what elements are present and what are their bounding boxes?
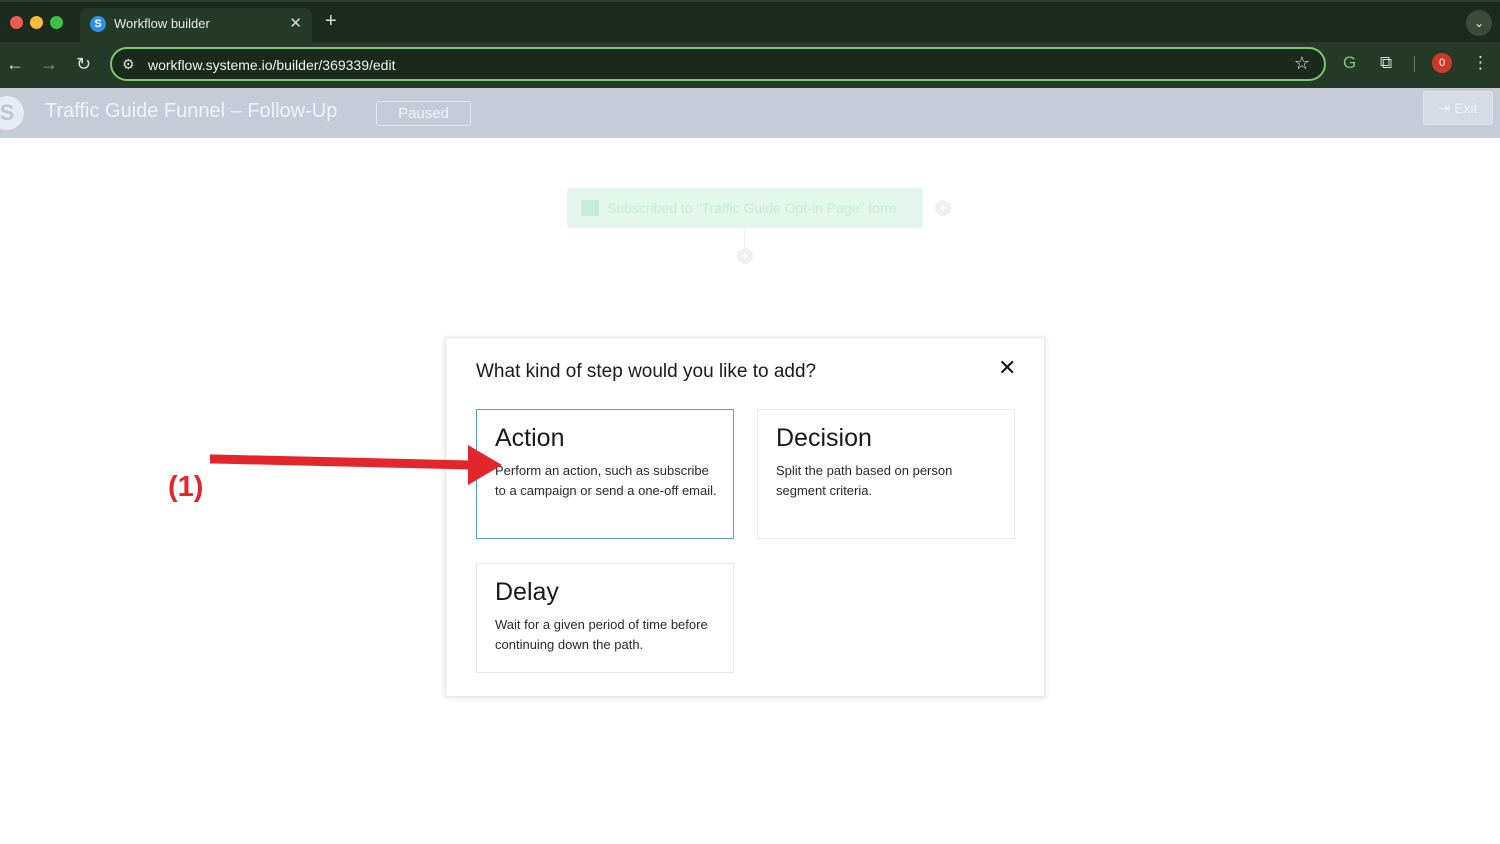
form-icon bbox=[581, 200, 599, 216]
step-option-delay[interactable]: Delay Wait for a given period of time be… bbox=[476, 563, 734, 673]
window-maximize-button[interactable] bbox=[50, 16, 63, 29]
add-step-modal: What kind of step would you like to add?… bbox=[445, 337, 1045, 697]
window-minimize-button[interactable] bbox=[30, 16, 43, 29]
systeme-favicon-icon: S bbox=[90, 16, 106, 32]
modal-title: What kind of step would you like to add? bbox=[476, 361, 817, 382]
window-close-button[interactable] bbox=[10, 16, 23, 29]
trigger-node[interactable]: Subscribed to "Traffic Guide Opt-in Page… bbox=[567, 188, 923, 228]
back-arrow-icon[interactable]: ← bbox=[6, 54, 24, 74]
tab-close-icon[interactable]: ✕ bbox=[289, 14, 302, 32]
forward-arrow-icon[interactable]: → bbox=[40, 54, 58, 74]
new-tab-button[interactable]: + bbox=[325, 11, 337, 31]
step-option-title: Delay bbox=[495, 578, 559, 606]
add-branch-plus-icon[interactable]: + bbox=[935, 200, 951, 216]
annotation-label: (1) bbox=[168, 471, 204, 503]
browser-menu-icon[interactable]: ⋮ bbox=[1472, 53, 1489, 73]
step-option-title: Decision bbox=[776, 424, 872, 452]
browser-tab[interactable]: S Workflow builder ✕ bbox=[80, 8, 312, 44]
systeme-logo: S bbox=[0, 96, 24, 130]
add-step-plus-icon[interactable]: + bbox=[737, 248, 753, 264]
reload-icon[interactable]: ↻ bbox=[76, 54, 91, 74]
step-option-description: Split the path based on person segment c… bbox=[776, 463, 953, 498]
profile-avatar[interactable]: 0 bbox=[1432, 53, 1452, 73]
address-bar[interactable]: ⚙ workflow.systeme.io/builder/369339/edi… bbox=[110, 47, 1326, 81]
browser-toolbar: ← → ↻ ⚙ workflow.systeme.io/builder/3693… bbox=[0, 42, 1500, 88]
workflow-title: Traffic Guide Funnel – Follow-Up bbox=[45, 100, 338, 122]
tab-title: Workflow builder bbox=[114, 16, 210, 31]
address-bar-url[interactable]: workflow.systeme.io/builder/369339/edit bbox=[148, 57, 395, 73]
bookmark-star-icon[interactable]: ☆ bbox=[1294, 53, 1310, 74]
exit-label: Exit bbox=[1454, 100, 1478, 116]
extensions-puzzle-icon[interactable]: ⧉ bbox=[1380, 53, 1392, 73]
browser-tab-bar: S Workflow builder ✕ + ⌄ bbox=[0, 0, 1500, 44]
step-option-description: Perform an action, such as subscribe to … bbox=[495, 463, 717, 498]
step-option-action[interactable]: Action Perform an action, such as subscr… bbox=[476, 409, 734, 539]
trigger-label: Subscribed to "Traffic Guide Opt-in Page… bbox=[607, 200, 897, 216]
step-option-decision[interactable]: Decision Split the path based on person … bbox=[757, 409, 1015, 539]
workflow-connector-line bbox=[744, 228, 745, 248]
annotation-arrow-icon bbox=[210, 445, 502, 485]
site-settings-icon[interactable]: ⚙ bbox=[122, 56, 135, 73]
grammarly-extension-icon[interactable]: G bbox=[1343, 53, 1356, 73]
toolbar-divider bbox=[1414, 56, 1415, 72]
exit-icon: ⇥ bbox=[1438, 100, 1455, 116]
exit-button[interactable]: ⇥ Exit bbox=[1423, 91, 1493, 125]
tab-search-chevron-icon[interactable]: ⌄ bbox=[1466, 10, 1492, 36]
workflow-status-badge: Paused bbox=[376, 101, 471, 126]
step-option-description: Wait for a given period of time before c… bbox=[495, 617, 708, 652]
close-icon[interactable]: ✕ bbox=[998, 355, 1016, 381]
app-header: S Traffic Guide Funnel – Follow-Up Pause… bbox=[0, 88, 1500, 138]
